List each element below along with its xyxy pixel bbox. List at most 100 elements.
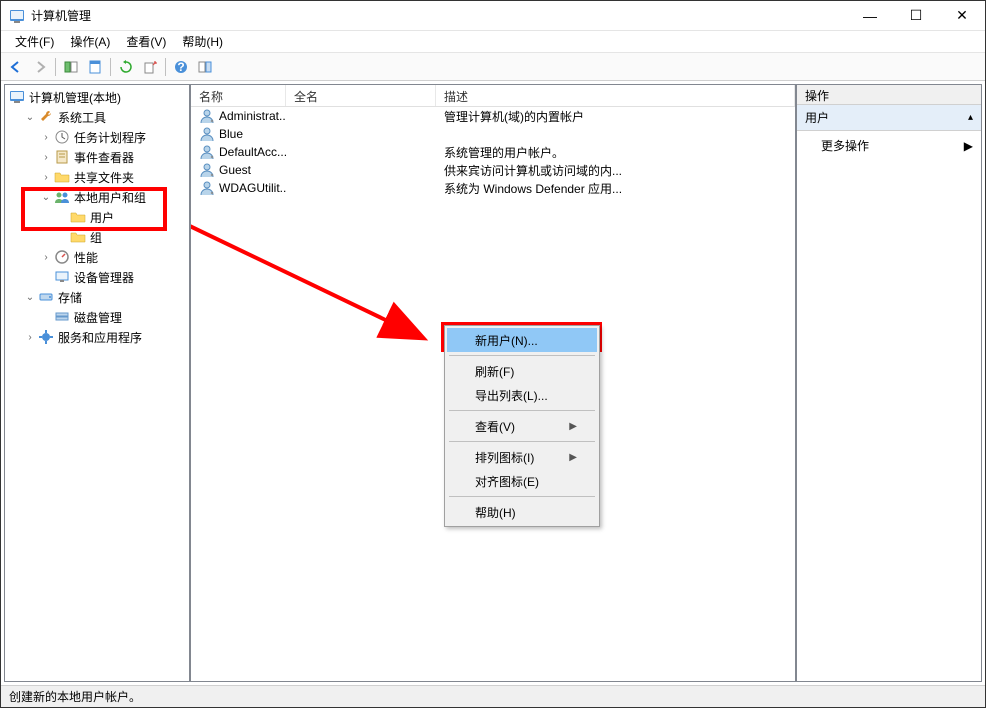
context-menu-new-user[interactable]: 新用户(N)... [447,328,597,352]
navigation-tree[interactable]: 计算机管理(本地) ⌄ 系统工具 › 任务计划程序 › 事件查看器 › 共享文件… [5,85,189,681]
maximize-button[interactable]: ☐ [893,1,939,30]
tree-label: 事件查看器 [74,149,134,166]
expander-none [55,210,69,224]
expander-closed-icon[interactable]: › [39,150,53,164]
app-icon [9,8,25,24]
status-bar: 创建新的本地用户帐户。 [1,685,985,707]
context-menu-arrange-icons[interactable]: 排列图标(I)▶ [447,445,597,469]
properties-button[interactable] [84,56,106,78]
expander-closed-icon[interactable]: › [39,170,53,184]
clock-icon [54,129,70,145]
cell-description: 系统管理的用户帐户。 [444,144,564,161]
tree-device-manager[interactable]: 设备管理器 [5,267,189,287]
context-menu-view[interactable]: 查看(V) ▶ [447,414,597,438]
minimize-button[interactable]: — [847,1,893,30]
menu-view[interactable]: 查看(V) [118,31,174,52]
list-row[interactable]: WDAGUtilit... 系统为 Windows Defender 应用... [191,179,795,197]
status-text: 创建新的本地用户帐户。 [9,688,141,705]
list-row[interactable]: Administrat... 管理计算机(域)的内置帐户 [191,107,795,125]
toolbar-separator [165,58,166,76]
computer-icon [9,89,25,105]
tree-task-scheduler[interactable]: › 任务计划程序 [5,127,189,147]
tree-performance[interactable]: › 性能 [5,247,189,267]
expander-none [39,270,53,284]
tree-label: 系统工具 [58,109,106,126]
refresh-button[interactable] [115,56,137,78]
list-row[interactable]: Guest 供来宾访问计算机或访问域的内... [191,161,795,179]
list-body[interactable]: Administrat... 管理计算机(域)的内置帐户 Blue Defaul… [191,107,795,681]
close-button[interactable]: ✕ [939,1,985,30]
tree-event-viewer[interactable]: › 事件查看器 [5,147,189,167]
tree-label: 用户 [90,209,114,226]
forward-button[interactable] [29,56,51,78]
tree-disk-management[interactable]: 磁盘管理 [5,307,189,327]
submenu-arrow-icon: ▶ [569,421,577,432]
context-menu-help[interactable]: 帮助(H) [447,500,597,524]
expander-open-icon[interactable]: ⌄ [39,190,53,204]
services-icon [38,329,54,345]
device-icon [54,269,70,285]
menu-action[interactable]: 操作(A) [62,31,118,52]
folder-icon [70,229,86,245]
context-menu-label: 对齐图标(E) [475,473,539,490]
expander-open-icon[interactable]: ⌄ [23,290,37,304]
shared-folder-icon [54,169,70,185]
cell-name: DefaultAcc... [219,145,286,159]
tree-groups[interactable]: 组 [5,227,189,247]
tree-label: 本地用户和组 [74,189,146,206]
menu-file[interactable]: 文件(F) [7,31,62,52]
back-button[interactable] [5,56,27,78]
list-header: 名称 全名 描述 [191,85,795,107]
tree-local-users-groups[interactable]: ⌄ 本地用户和组 [5,187,189,207]
context-menu-label: 导出列表(L)... [475,387,548,404]
tree-label: 任务计划程序 [74,129,146,146]
disk-icon [54,309,70,325]
tree-storage[interactable]: ⌄ 存储 [5,287,189,307]
tree-shared-folders[interactable]: › 共享文件夹 [5,167,189,187]
expander-closed-icon[interactable]: › [39,250,53,264]
performance-icon [54,249,70,265]
tree-system-tools[interactable]: ⌄ 系统工具 [5,107,189,127]
tree-users[interactable]: 用户 [5,207,189,227]
menu-help[interactable]: 帮助(H) [174,31,231,52]
help-button[interactable]: ? [170,56,192,78]
column-header-name[interactable]: 名称 [191,85,286,106]
context-menu-align-icons[interactable]: 对齐图标(E) [447,469,597,493]
user-icon [199,180,215,196]
expander-open-icon[interactable]: ⌄ [23,110,37,124]
tree-root[interactable]: 计算机管理(本地) [5,87,189,107]
tree-services-apps[interactable]: › 服务和应用程序 [5,327,189,347]
list-row[interactable]: DefaultAcc... 系统管理的用户帐户。 [191,143,795,161]
actions-section-title[interactable]: 用户 ▴ [797,105,981,131]
tree-label: 磁盘管理 [74,309,122,326]
list-row[interactable]: Blue [191,125,795,143]
expander-closed-icon[interactable]: › [23,330,37,344]
cell-description: 管理计算机(域)的内置帐户 [444,108,584,125]
actions-more-actions[interactable]: 更多操作 ▶ [797,131,981,160]
context-menu-label: 排列图标(I) [475,449,534,466]
toolbar: ? [1,53,985,81]
context-menu-separator [449,410,595,411]
cell-name: Administrat... [219,109,286,123]
actions-header: 操作 [797,85,981,105]
cell-description: 系统为 Windows Defender 应用... [444,180,622,197]
context-menu-label: 查看(V) [475,418,515,435]
svg-text:?: ? [177,60,184,74]
column-header-fullname[interactable]: 全名 [286,85,436,106]
export-button[interactable] [139,56,161,78]
cell-name: Blue [219,127,243,141]
column-header-description[interactable]: 描述 [436,85,795,106]
tree-label: 组 [90,229,102,246]
expander-closed-icon[interactable]: › [39,130,53,144]
folder-icon [70,209,86,225]
window-controls: — ☐ ✕ [847,1,985,30]
user-icon [199,162,215,178]
show-hide-tree-button[interactable] [60,56,82,78]
context-menu-refresh[interactable]: 刷新(F) [447,359,597,383]
wrench-icon [38,109,54,125]
tree-label: 存储 [58,289,82,306]
context-menu-label: 新用户(N)... [475,332,538,349]
action-pane-button[interactable] [194,56,216,78]
context-menu-export-list[interactable]: 导出列表(L)... [447,383,597,407]
title-bar: 计算机管理 — ☐ ✕ [1,1,985,31]
